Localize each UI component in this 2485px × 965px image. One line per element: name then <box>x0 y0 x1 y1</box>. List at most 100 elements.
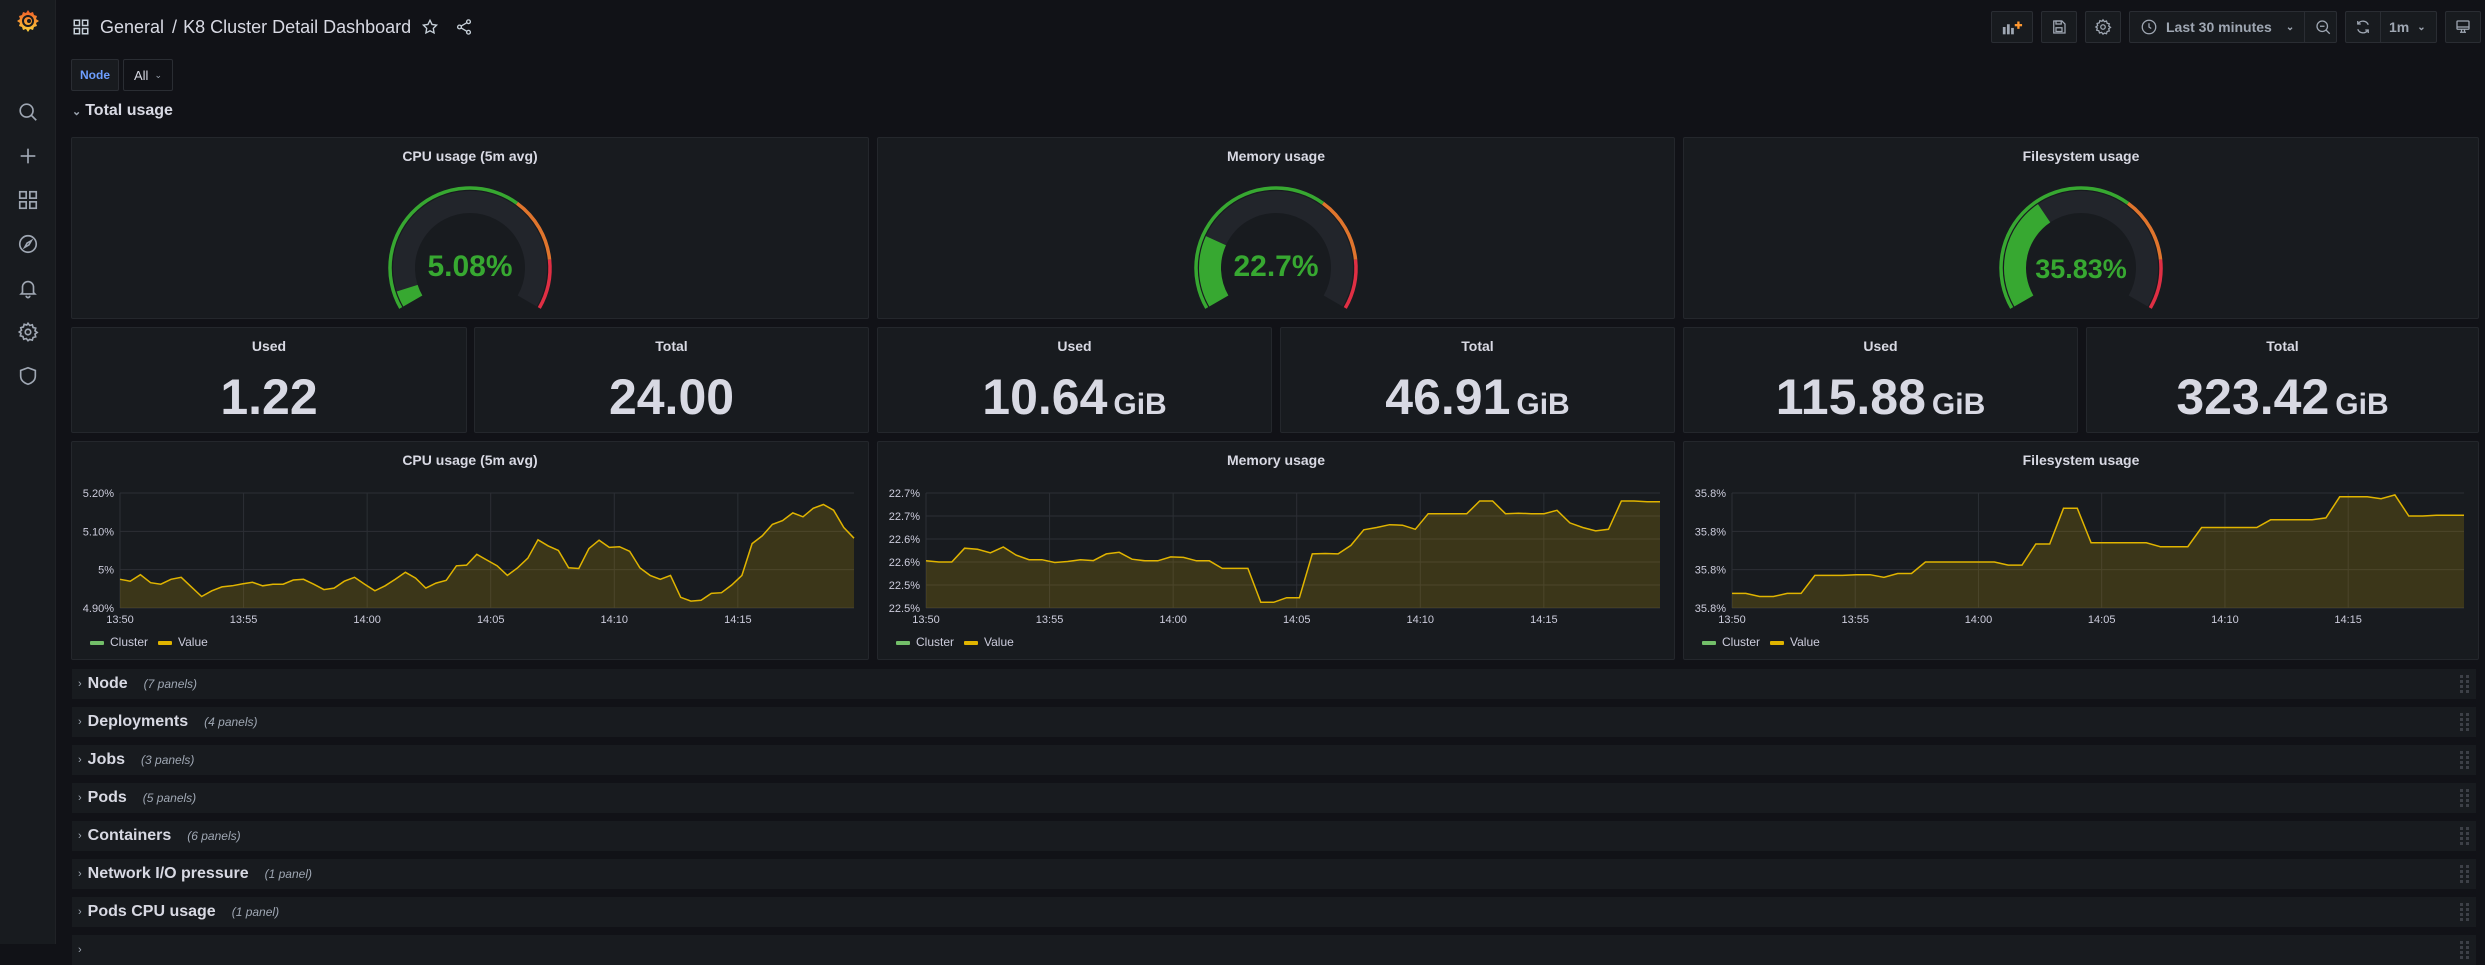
legend-item-value[interactable]: Value <box>1770 635 1820 649</box>
sidebar-item-search[interactable] <box>0 92 56 132</box>
stat-panel-filesystem-total[interactable]: Total 323.42 GiB <box>2086 327 2479 433</box>
chevron-right-icon: › <box>78 868 82 880</box>
timeseries-panel-cpu[interactable]: CPU usage (5m avg) 4.90% 5% 5.10% 5.20% 13:5… <box>71 441 869 660</box>
bell-icon <box>19 280 37 299</box>
drag-handle-icon[interactable] <box>2460 789 2470 807</box>
stat-value: 323.42 GiB <box>2087 368 2478 426</box>
legend-item-cluster[interactable]: Cluster <box>1702 635 1760 649</box>
variable-value: All <box>134 67 149 83</box>
x-tick-label: 14:15 <box>724 614 752 626</box>
collapsed-row[interactable]: › <box>72 935 2476 965</box>
stat-number: 10.64 <box>982 369 1108 425</box>
collapsed-row[interactable]: › Network I/O pressure (1 panel) <box>72 859 2476 889</box>
x-tick-label: 14:15 <box>2334 614 2362 626</box>
sidebar-item-alerting[interactable] <box>0 268 56 308</box>
drag-handle-icon[interactable] <box>2460 903 2470 921</box>
row-total-usage[interactable]: ⌄ Total usage <box>72 102 173 120</box>
gauge-value: 35.83% <box>2035 254 2127 284</box>
timeseries-panel-memory[interactable]: Memory usage 22.5% 22.5% 22.6% 22.6% 22.7% 22… <box>877 441 1675 660</box>
stat-number: 1.22 <box>220 369 318 425</box>
x-tick-label: 13:55 <box>1841 614 1869 626</box>
refresh-picker[interactable]: 1m ⌄ <box>2345 11 2437 43</box>
chevron-right-icon: › <box>78 944 82 956</box>
time-range-picker[interactable]: Last 30 minutes ⌄ <box>2129 11 2337 43</box>
sidebar-item-dashboards[interactable] <box>0 180 56 220</box>
breadcrumb: General / K8 Cluster Detail Dashboard <box>72 14 473 40</box>
gauge-panel-filesystem[interactable]: Filesystem usage 35.83% <box>1683 137 2479 319</box>
row-panel-count: (5 panels) <box>142 791 197 805</box>
breadcrumb-folder[interactable]: General <box>100 17 164 38</box>
chevron-down-icon: ⌄ <box>2285 21 2295 33</box>
y-tick-label: 5.10% <box>83 526 114 538</box>
sidebar-item-server-admin[interactable] <box>0 356 56 396</box>
cycle-view-mode-button[interactable] <box>2445 11 2481 43</box>
gauge-panel-memory[interactable]: Memory usage 22.7% <box>877 137 1675 319</box>
plus-icon <box>20 148 36 164</box>
zoom-out-icon[interactable] <box>2314 18 2332 36</box>
drag-handle-icon[interactable] <box>2460 675 2470 693</box>
stat-panel-cpu-used[interactable]: Used 1.22 <box>71 327 467 433</box>
variable-select-node[interactable]: All ⌄ <box>123 59 173 91</box>
row-panel-count: (3 panels) <box>141 753 195 767</box>
panel-title: Filesystem usage <box>2022 148 2140 164</box>
dashboard-title[interactable]: K8 Cluster Detail Dashboard <box>183 17 411 38</box>
shield-icon <box>19 366 37 386</box>
legend-label: Cluster <box>916 635 955 649</box>
legend-item-cluster[interactable]: Cluster <box>896 635 954 649</box>
collapsed-row[interactable]: › Deployments (4 panels) <box>72 707 2476 737</box>
legend-label: Value <box>984 635 1014 649</box>
top-navbar: General / K8 Cluster Detail Dashboard La… <box>56 0 2485 54</box>
x-tick-label: 14:05 <box>2088 614 2116 626</box>
gauge-panel-cpu[interactable]: CPU usage (5m avg) 5.08% <box>71 137 869 319</box>
save-dashboard-button[interactable] <box>2041 11 2077 43</box>
drag-handle-icon[interactable] <box>2460 827 2470 845</box>
row-title: Deployments <box>87 713 189 730</box>
chevron-right-icon: › <box>78 754 82 766</box>
stat-panel-cpu-total[interactable]: Total 24.00 <box>474 327 869 433</box>
x-tick-label: 14:10 <box>1407 614 1435 626</box>
drag-handle-icon[interactable] <box>2460 751 2470 769</box>
search-icon <box>19 103 37 121</box>
breadcrumb-separator: / <box>172 16 178 37</box>
series-area-value <box>120 504 854 608</box>
x-tick-label: 13:50 <box>912 614 940 626</box>
x-tick-label: 14:10 <box>601 614 629 626</box>
chevron-right-icon: › <box>78 792 82 804</box>
stat-number: 24.00 <box>608 369 735 425</box>
collapsed-row[interactable]: › Pods CPU usage (1 panel) <box>72 897 2476 927</box>
y-tick-label: 35.8% <box>1695 526 1726 538</box>
collapsed-row[interactable]: › Node (7 panels) <box>72 669 2476 699</box>
collapsed-row[interactable]: › Pods (5 panels) <box>72 783 2476 813</box>
series-area-value <box>926 501 1660 608</box>
legend-item-cluster[interactable]: Cluster <box>90 635 148 649</box>
y-tick-label: 35.8% <box>1695 565 1726 577</box>
row-title: Containers <box>87 827 172 844</box>
sidebar-item-explore[interactable] <box>0 224 56 264</box>
time-range-label: Last 30 minutes <box>2166 19 2272 35</box>
dashboard-settings-button[interactable] <box>2085 11 2121 43</box>
collapsed-row[interactable]: › Jobs (3 panels) <box>72 745 2476 775</box>
timeseries-panel-filesystem[interactable]: Filesystem usage 35.8% 35.8% 35.8% 35.8% 13:… <box>1683 441 2479 660</box>
dashboards-icon <box>73 19 89 35</box>
sidebar-item-create[interactable] <box>0 136 56 176</box>
series-area-value <box>1732 494 2464 608</box>
legend-item-value[interactable]: Value <box>964 635 1014 649</box>
chevron-down-icon: ⌄ <box>154 69 162 80</box>
add-panel-icon <box>2002 21 2023 35</box>
legend-item-value[interactable]: Value <box>158 635 208 649</box>
stat-panel-filesystem-used[interactable]: Used 115.88 GiB <box>1683 327 2078 433</box>
drag-handle-icon[interactable] <box>2460 713 2470 731</box>
refresh-icon[interactable] <box>2354 18 2372 36</box>
stat-panel-memory-used[interactable]: Used 10.64 GiB <box>877 327 1272 433</box>
star-icon[interactable] <box>421 18 439 36</box>
share-icon[interactable] <box>455 18 473 36</box>
y-tick-label: 22.7% <box>889 511 920 523</box>
stat-unit: GiB <box>1931 388 1986 421</box>
add-panel-button[interactable] <box>1991 11 2033 43</box>
y-tick-label: 35.8% <box>1695 488 1726 500</box>
collapsed-row[interactable]: › Containers (6 panels) <box>72 821 2476 851</box>
drag-handle-icon[interactable] <box>2460 865 2470 883</box>
grafana-logo-icon[interactable] <box>12 6 44 38</box>
stat-panel-memory-total[interactable]: Total 46.91 GiB <box>1280 327 1675 433</box>
sidebar-item-configuration[interactable] <box>0 312 56 352</box>
